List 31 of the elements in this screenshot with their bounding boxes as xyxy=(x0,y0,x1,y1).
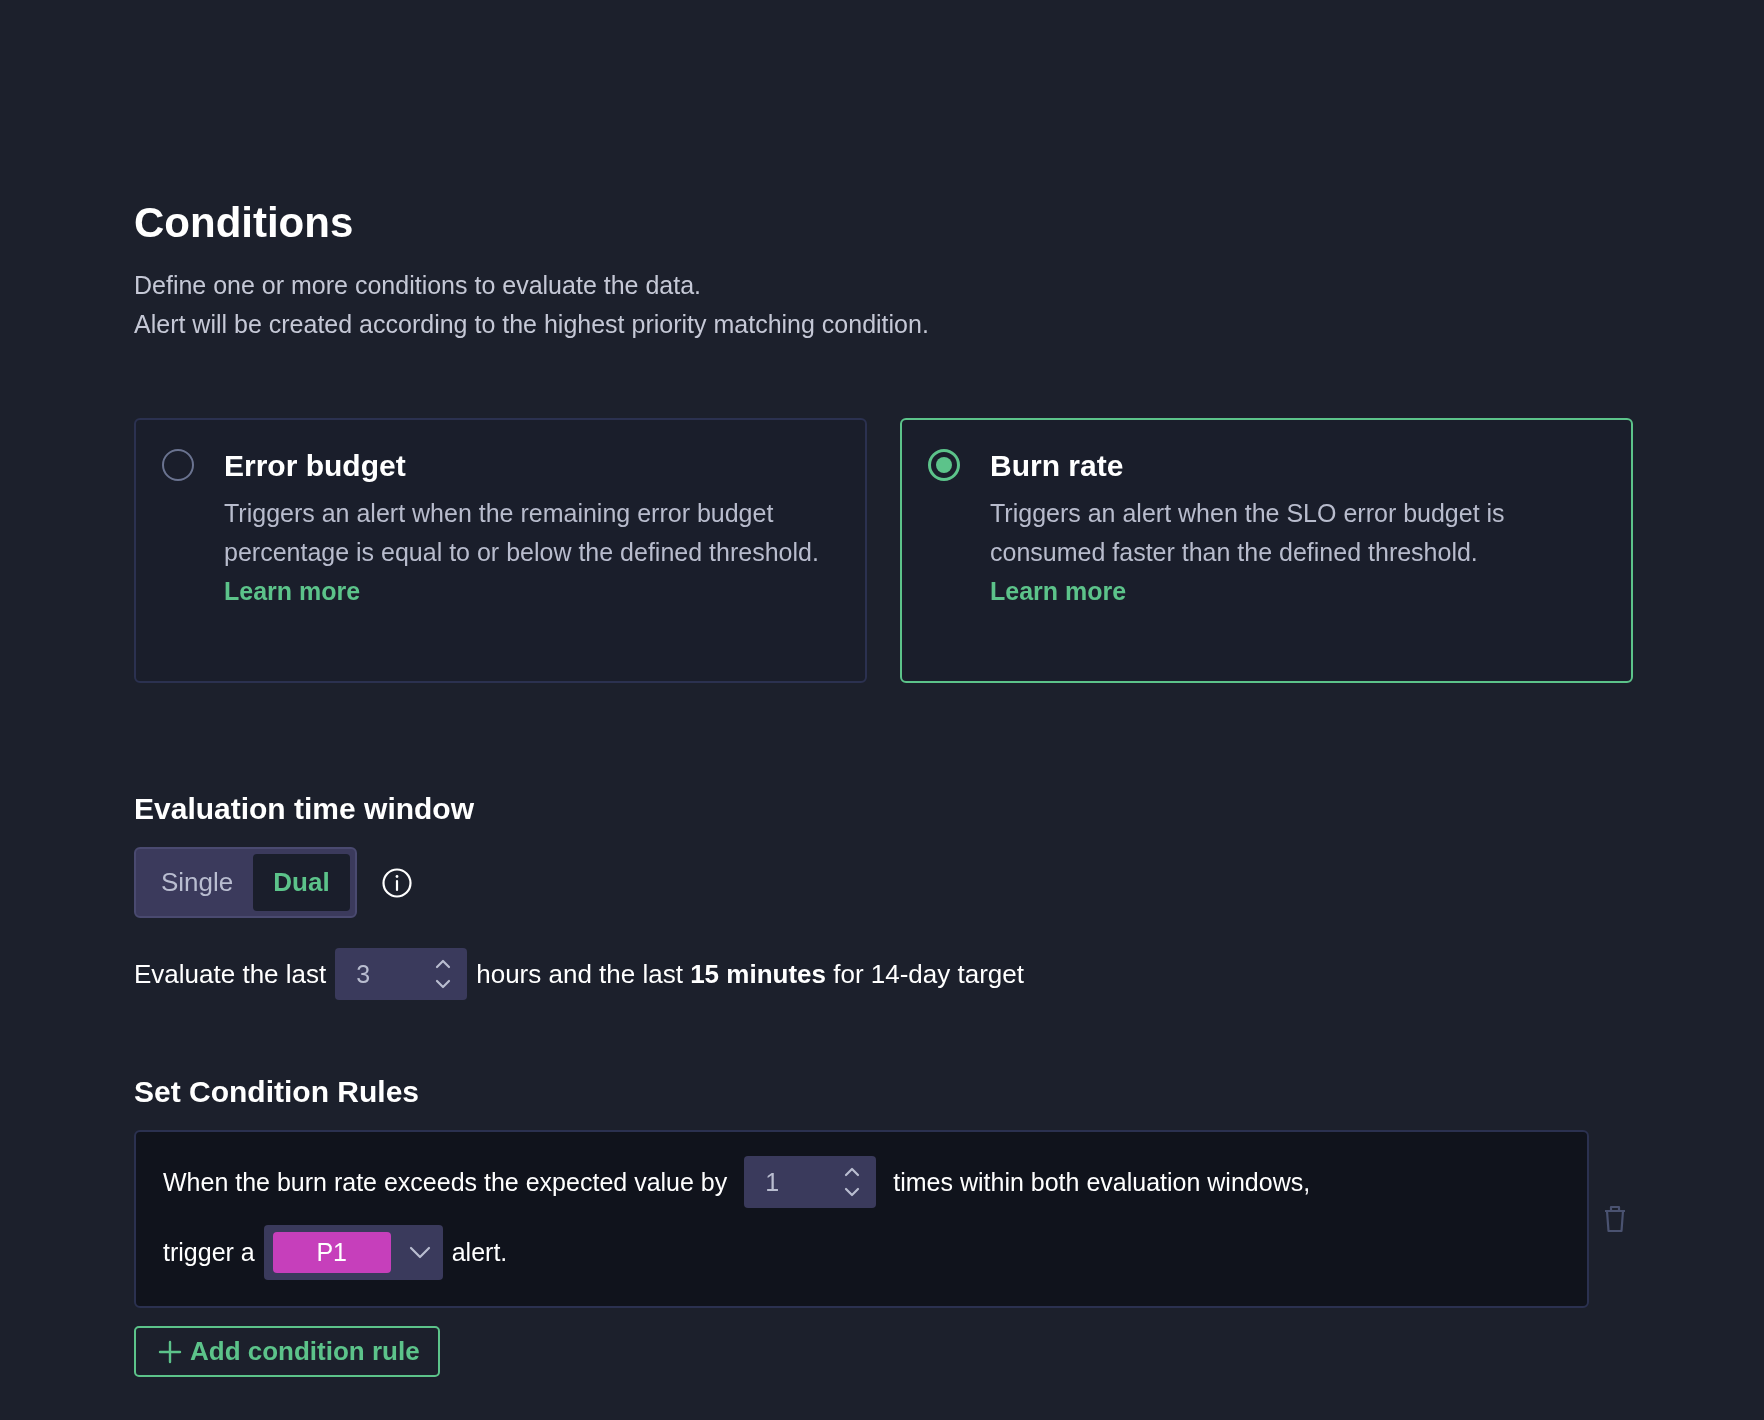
rule-text: times within both evaluation windows, xyxy=(893,1167,1311,1197)
mode-tab[interactable]: Single xyxy=(141,854,254,912)
option-title: Burn rate xyxy=(990,448,1125,485)
section-description: Define one or more conditions to evaluate the data. xyxy=(134,270,703,302)
learn-more-link[interactable]: Learn more xyxy=(224,577,361,606)
rule-text: When the burn rate exceeds the expected value by xyxy=(163,1167,728,1197)
section-title: Conditions xyxy=(134,198,355,248)
number-field[interactable]: 3 xyxy=(335,948,468,1001)
option-description: Triggers an alert when the remaining error budget percentage is equal to or below the defined threshold. Learn more xyxy=(224,498,820,608)
radio-button[interactable] xyxy=(162,449,194,482)
mode-tab[interactable]: Dual xyxy=(253,854,350,912)
section-description: Alert will be created according to the highest priority matching condition. xyxy=(134,309,930,341)
info-icon[interactable] xyxy=(380,866,413,899)
learn-more-link[interactable]: Learn more xyxy=(990,577,1127,606)
radio-button[interactable] xyxy=(928,449,960,482)
option-description: Triggers an alert when the SLO error budget is consumed faster than the defined threshold. Learn more xyxy=(990,498,1506,608)
priority-badge: P1 xyxy=(272,1232,391,1274)
condition-option-card[interactable]: Error budget Triggers an alert when the remaining error budget percentage is equal to or below the defined threshold. Learn more xyxy=(134,418,867,684)
number-field[interactable]: 1 xyxy=(744,1156,877,1209)
option-title: Error budget xyxy=(224,448,407,485)
condition-option-card[interactable]: Burn rate Triggers an alert when the SLO error budget is consumed faster than the defined threshold. Learn more xyxy=(900,418,1633,684)
chevron-down-icon xyxy=(408,1245,431,1260)
evaluate-description: hours and the last 15 minutes for 14-day target xyxy=(476,958,1024,990)
rule-text: trigger a xyxy=(163,1238,255,1268)
rule-text: alert. xyxy=(451,1238,508,1268)
priority-dropdown[interactable]: P1 xyxy=(263,1225,443,1281)
add-condition-rule-button[interactable]: Add condition rule xyxy=(134,1326,440,1378)
evaluate-label: Evaluate the last xyxy=(134,958,327,990)
subsection-heading: Set Condition Rules xyxy=(134,1074,420,1111)
plus-icon xyxy=(158,1339,182,1364)
subsection-heading: Evaluation time window xyxy=(134,791,476,828)
